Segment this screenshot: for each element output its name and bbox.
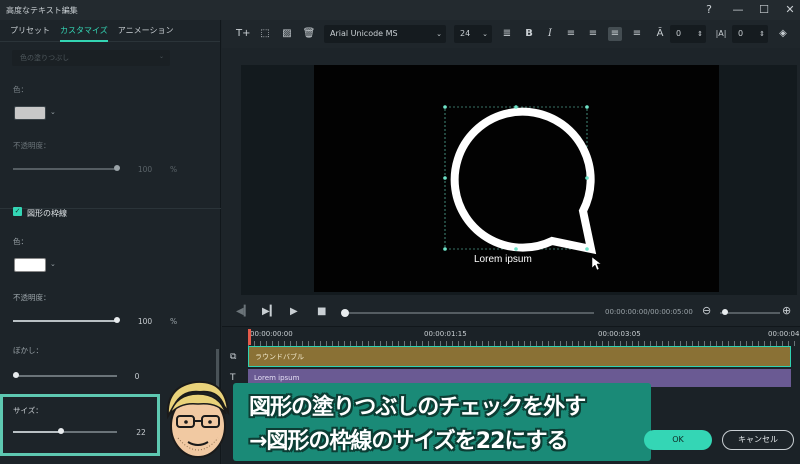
size-slider-fill bbox=[13, 431, 61, 433]
playback-bar: ◀▎ ▶▎ ▶ ■ 00:00:00:00/00:00:05:00 ⊖ ⊕ bbox=[222, 300, 800, 324]
outline-section-label: 図形の枠線 bbox=[27, 209, 67, 218]
text-clip-label: Lorem ipsum bbox=[254, 374, 300, 382]
line-spacing-value: 0 bbox=[738, 29, 744, 38]
blur-knob[interactable] bbox=[13, 372, 19, 378]
size-setting-highlight: サイズ： 22 bbox=[0, 394, 160, 456]
help-icon[interactable]: ? bbox=[701, 2, 717, 18]
ruler-time: 00:00:03:05 bbox=[598, 330, 641, 338]
presenter-avatar bbox=[160, 376, 236, 462]
text-style-icon[interactable]: ≣ bbox=[500, 27, 514, 41]
stop-icon[interactable]: ■ bbox=[317, 306, 326, 317]
next-frame-icon[interactable]: ▶▎ bbox=[262, 306, 277, 317]
blur-value[interactable]: 0 bbox=[122, 372, 152, 381]
maximize-icon[interactable]: ☐ bbox=[756, 2, 772, 18]
prev-frame-icon[interactable]: ◀▎ bbox=[236, 306, 251, 317]
crop-icon[interactable]: ⬚ bbox=[258, 27, 272, 41]
time-ruler[interactable]: 00:00:00:00 00:00:01:15 00:00:03:05 00:0… bbox=[248, 327, 800, 347]
line-spacing-icon[interactable]: |A| bbox=[714, 27, 728, 41]
font-value: Arial Unicode MS bbox=[330, 29, 398, 38]
trash-icon[interactable]: 🗑 bbox=[302, 27, 316, 41]
size-knob[interactable] bbox=[58, 428, 64, 434]
align-justify-icon[interactable]: ≡ bbox=[630, 27, 644, 41]
ruler-time: 00:00:01:15 bbox=[424, 330, 467, 338]
layers-icon[interactable]: ◈ bbox=[776, 27, 790, 41]
letter-spacing-value: 0 bbox=[676, 29, 682, 38]
chevron-down-icon[interactable]: ⌄ bbox=[50, 260, 56, 268]
chevron-down-icon: ⌄ bbox=[436, 30, 442, 38]
seek-bar[interactable] bbox=[342, 312, 594, 314]
fill-color-swatch[interactable] bbox=[14, 106, 46, 120]
outline-color-label: 色： bbox=[13, 237, 28, 246]
blur-label: ぼかし： bbox=[13, 346, 43, 355]
fill-opacity-value[interactable]: 100 bbox=[130, 165, 160, 174]
percent-unit: % bbox=[170, 165, 178, 174]
outline-opacity-slider[interactable] bbox=[13, 320, 117, 322]
zoom-out-icon[interactable]: ⊖ bbox=[702, 304, 711, 317]
font-size-select[interactable]: 24 ⌄ bbox=[454, 25, 492, 43]
bubble-clip[interactable]: ラウンドバブル bbox=[248, 346, 791, 367]
add-text-icon[interactable]: T+ bbox=[236, 27, 251, 41]
caption-line-1: 図形の塗りつぶしのチェックを外す bbox=[249, 395, 586, 420]
stepper-icon[interactable]: ⇕ bbox=[697, 25, 703, 43]
tab-animation[interactable]: アニメーション bbox=[118, 20, 174, 42]
zoom-knob[interactable] bbox=[722, 309, 728, 315]
preview-text[interactable]: Lorem ipsum bbox=[474, 254, 532, 265]
preview-canvas[interactable]: Lorem ipsum bbox=[314, 65, 719, 292]
chevron-down-icon[interactable]: ⌄ bbox=[50, 108, 56, 116]
percent-unit: % bbox=[170, 317, 178, 326]
fill-opacity-label: 不透明度： bbox=[13, 141, 51, 150]
fill-color-label: 色： bbox=[13, 85, 28, 94]
font-select[interactable]: Arial Unicode MS ⌄ bbox=[324, 25, 446, 43]
outline-opacity-label: 不透明度： bbox=[13, 293, 51, 302]
tab-customize[interactable]: カスタマイズ bbox=[60, 20, 108, 42]
tutorial-caption: 図形の塗りつぶしのチェックを外す →図形の枠線のサイズを22にする bbox=[233, 383, 651, 461]
image-icon[interactable]: ▨ bbox=[280, 27, 294, 41]
text-toolbar: T+ ⬚ ▨ 🗑 Arial Unicode MS ⌄ 24 ⌄ ≣ B I ≡… bbox=[222, 20, 800, 48]
align-left-icon[interactable]: ≡ bbox=[564, 27, 578, 41]
ruler-time: 00:00:00:00 bbox=[250, 330, 293, 338]
fill-type-dropdown[interactable]: 色の塗りつぶし ⌄ bbox=[12, 50, 170, 66]
playhead[interactable] bbox=[248, 329, 251, 345]
bold-icon[interactable]: B bbox=[522, 27, 536, 41]
outline-color-swatch[interactable] bbox=[14, 258, 46, 272]
outline-checkbox[interactable]: ✓ bbox=[13, 207, 22, 216]
ok-button[interactable]: OK bbox=[644, 430, 712, 450]
outline-opacity-knob[interactable] bbox=[114, 317, 120, 323]
blur-slider[interactable] bbox=[13, 375, 117, 377]
zoom-in-icon[interactable]: ⊕ bbox=[782, 304, 791, 317]
caption-line-2: →図形の枠線のサイズを22にする bbox=[249, 429, 569, 454]
fill-opacity-knob[interactable] bbox=[114, 165, 120, 171]
letter-spacing-input[interactable]: 0 ⇕ bbox=[670, 25, 706, 43]
window-title: 高度なテキスト編集 bbox=[6, 5, 78, 15]
chevron-down-icon: ⌄ bbox=[482, 30, 488, 38]
size-value[interactable]: 22 bbox=[127, 428, 155, 437]
editor-window: 高度なテキスト編集 ? — ☐ ✕ プリセット カスタマイズ アニメーション 色… bbox=[0, 0, 800, 464]
font-size-value: 24 bbox=[460, 29, 471, 38]
title-bar: 高度なテキスト編集 ? — ☐ ✕ bbox=[0, 0, 800, 20]
letter-spacing-icon[interactable]: Ā bbox=[653, 27, 667, 41]
timecode: 00:00:00:00/00:00:05:00 bbox=[605, 308, 693, 316]
outline-opacity-value[interactable]: 100 bbox=[130, 317, 160, 326]
bubble-clip-label: ラウンドバブル bbox=[255, 353, 304, 361]
ruler-time: 00:00:04 bbox=[768, 330, 800, 338]
avatar-face bbox=[166, 380, 230, 458]
align-right-icon[interactable]: ≡ bbox=[586, 27, 600, 41]
seek-knob[interactable] bbox=[341, 309, 349, 317]
minimize-icon[interactable]: — bbox=[730, 2, 746, 18]
fill-type-value: 色の塗りつぶし bbox=[20, 54, 70, 62]
tab-bar: プリセット カスタマイズ アニメーション bbox=[0, 20, 220, 42]
size-label: サイズ： bbox=[13, 406, 43, 415]
cancel-button[interactable]: キャンセル bbox=[722, 430, 794, 450]
align-center-icon[interactable]: ≡ bbox=[608, 27, 622, 41]
italic-icon[interactable]: I bbox=[543, 27, 557, 41]
stepper-icon[interactable]: ⇕ bbox=[759, 25, 765, 43]
line-spacing-input[interactable]: 0 ⇕ bbox=[732, 25, 768, 43]
chevron-down-icon: ⌄ bbox=[158, 53, 164, 60]
fill-opacity-slider[interactable] bbox=[13, 168, 117, 170]
play-icon[interactable]: ▶ bbox=[290, 306, 298, 317]
close-icon[interactable]: ✕ bbox=[782, 2, 798, 18]
zoom-slider[interactable] bbox=[720, 312, 780, 314]
tab-presets[interactable]: プリセット bbox=[10, 20, 50, 42]
shape-track-icon: ⧉ bbox=[230, 352, 237, 362]
